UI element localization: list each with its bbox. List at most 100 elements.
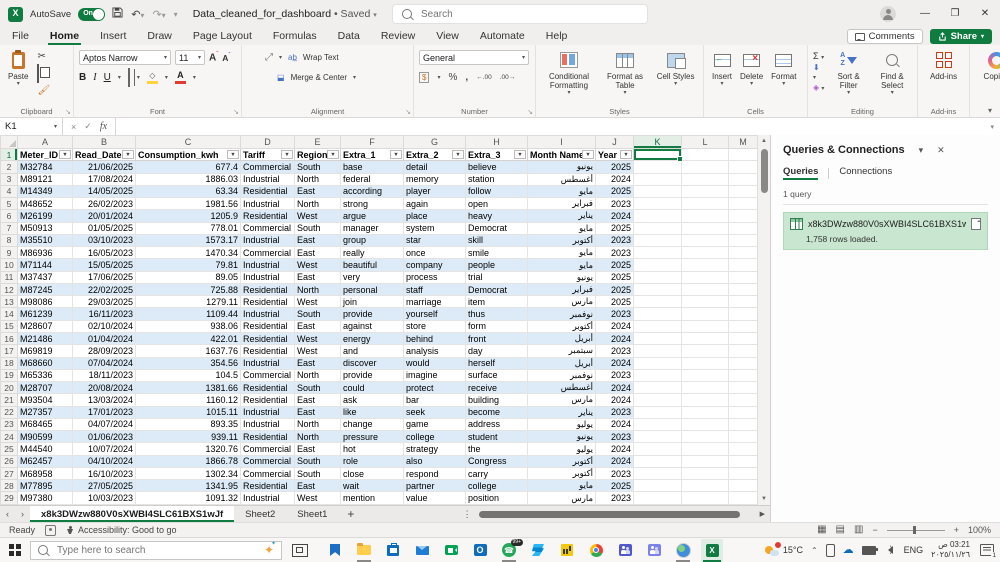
cell[interactable]	[633, 357, 682, 370]
cell[interactable]: أكتوبر	[527, 467, 596, 481]
cell[interactable]: 2025	[595, 160, 634, 174]
cell[interactable]: 2023	[595, 467, 634, 481]
app-search-box[interactable]	[392, 4, 648, 24]
search-input[interactable]	[419, 7, 638, 21]
document-title[interactable]: Data_cleaned_for_dashboard • Saved ▾	[193, 8, 377, 20]
cell[interactable]: heavy	[465, 209, 528, 223]
cell[interactable]	[633, 234, 682, 248]
cell[interactable]	[633, 479, 682, 493]
row-number[interactable]: 15	[0, 319, 18, 333]
cell[interactable]: Commercial	[240, 455, 295, 468]
cell[interactable]: address	[465, 418, 528, 432]
file-explorer-icon[interactable]	[353, 539, 375, 562]
cell[interactable]: process	[403, 271, 466, 284]
panel-close-icon[interactable]: ✕	[937, 145, 945, 156]
cell[interactable]: protect	[403, 381, 466, 395]
cell[interactable]: again	[403, 197, 466, 211]
cell[interactable]: 2023	[595, 369, 634, 383]
menu-tab-draw[interactable]: Draw	[145, 29, 174, 45]
header-cell[interactable]: Extra_1 ▼	[340, 148, 404, 162]
cell[interactable]: value	[403, 491, 466, 505]
cell[interactable]: partner	[403, 479, 466, 493]
cell[interactable]	[681, 393, 729, 407]
cell[interactable]: M14349	[17, 185, 73, 199]
menu-tab-home[interactable]: Home	[48, 29, 81, 45]
autosave-toggle[interactable]: On	[78, 7, 106, 21]
page-break-view-icon[interactable]: ▥	[854, 525, 863, 535]
cell[interactable]: 2024	[595, 173, 634, 186]
cell[interactable]: 22/02/2025	[72, 283, 136, 297]
cell[interactable]: 2025	[595, 479, 634, 493]
cell[interactable]: M28607	[17, 320, 73, 333]
cell[interactable]	[728, 393, 758, 407]
cell[interactable]: West	[294, 332, 341, 346]
cell[interactable]: Commercial	[240, 160, 295, 174]
cell[interactable]	[728, 491, 758, 505]
cell[interactable]: believe	[465, 160, 528, 174]
cell[interactable]: مايو	[527, 246, 596, 260]
cell[interactable]: 01/06/2023	[72, 430, 136, 444]
column-header-E[interactable]: E	[294, 135, 341, 149]
cell[interactable]	[681, 479, 729, 493]
cell[interactable]: Industrial	[240, 406, 295, 419]
header-cell[interactable]: Extra_3 ▼	[465, 148, 528, 162]
row-number[interactable]: 22	[0, 405, 18, 419]
cell[interactable]: 2025	[595, 283, 634, 297]
header-cell[interactable]: Extra_2 ▼	[403, 148, 466, 162]
cell[interactable]: smile	[465, 246, 528, 260]
font-dialog-launcher[interactable]: ↘	[233, 108, 239, 116]
cell[interactable]: 89.05	[135, 271, 241, 284]
cell[interactable]: نوفمبر	[527, 369, 596, 383]
cell[interactable]: M50913	[17, 222, 73, 235]
cell[interactable]: West	[294, 344, 341, 358]
cell[interactable]: West	[294, 209, 341, 223]
zoom-slider[interactable]	[886, 526, 945, 534]
filter-button[interactable]: ▼	[390, 150, 402, 160]
cell[interactable]: system	[403, 222, 466, 235]
cell[interactable]: 2024	[595, 418, 634, 432]
cell[interactable]: 14/05/2025	[72, 185, 136, 199]
redo-button[interactable]: ↷▾	[152, 8, 165, 21]
cell[interactable]: Residential	[240, 209, 295, 223]
column-header-D[interactable]: D	[240, 135, 295, 149]
wrap-text-icon[interactable]: ab̲	[288, 53, 297, 62]
cell[interactable]: 938.06	[135, 320, 241, 333]
cell[interactable]: 17/06/2025	[72, 271, 136, 284]
row-number[interactable]: 16	[0, 331, 18, 346]
scroll-up-icon[interactable]: ▲	[758, 135, 770, 147]
cell[interactable]: Industrial	[240, 197, 295, 211]
cell[interactable]: thus	[465, 307, 528, 321]
cell[interactable]: East	[294, 406, 341, 419]
cell[interactable]: أغسطس	[527, 173, 596, 186]
cell[interactable]: 63.34	[135, 185, 241, 199]
cell[interactable]	[633, 209, 682, 223]
cell[interactable]	[728, 295, 758, 309]
zoom-slider-knob[interactable]	[912, 526, 916, 534]
cell[interactable]: 1279.11	[135, 295, 241, 309]
cell[interactable]: 02/10/2024	[72, 320, 136, 333]
cell[interactable]	[633, 406, 682, 419]
cell[interactable]: Commercial	[240, 467, 295, 481]
cell[interactable]: Residential	[240, 430, 295, 444]
cell[interactable]	[728, 197, 758, 211]
cell[interactable]: game	[403, 418, 466, 432]
cell[interactable]	[728, 357, 758, 370]
cell[interactable]: item	[465, 295, 528, 309]
row-number[interactable]: 10	[0, 258, 18, 272]
cell[interactable]: North	[294, 283, 341, 297]
cell[interactable]: M65336	[17, 369, 73, 383]
cell[interactable]: beautiful	[340, 258, 404, 272]
cell[interactable]: 20/01/2024	[72, 209, 136, 223]
cell[interactable]: college	[465, 479, 528, 493]
cell[interactable]: Residential	[240, 344, 295, 358]
cell[interactable]: trial	[465, 271, 528, 284]
row-number[interactable]: 1	[0, 147, 18, 162]
clock[interactable]: 03:21 ص ٢٠٢٥/١١/٢٦	[931, 540, 970, 559]
cell[interactable]: form	[465, 320, 528, 333]
cell[interactable]	[681, 381, 729, 395]
cell[interactable]	[728, 209, 758, 223]
cell[interactable]: 2025	[595, 222, 634, 235]
copilot-button[interactable]: Copilot	[975, 49, 1000, 82]
insert-function-icon[interactable]: fx	[100, 121, 107, 132]
menu-tab-page-layout[interactable]: Page Layout	[191, 29, 254, 45]
